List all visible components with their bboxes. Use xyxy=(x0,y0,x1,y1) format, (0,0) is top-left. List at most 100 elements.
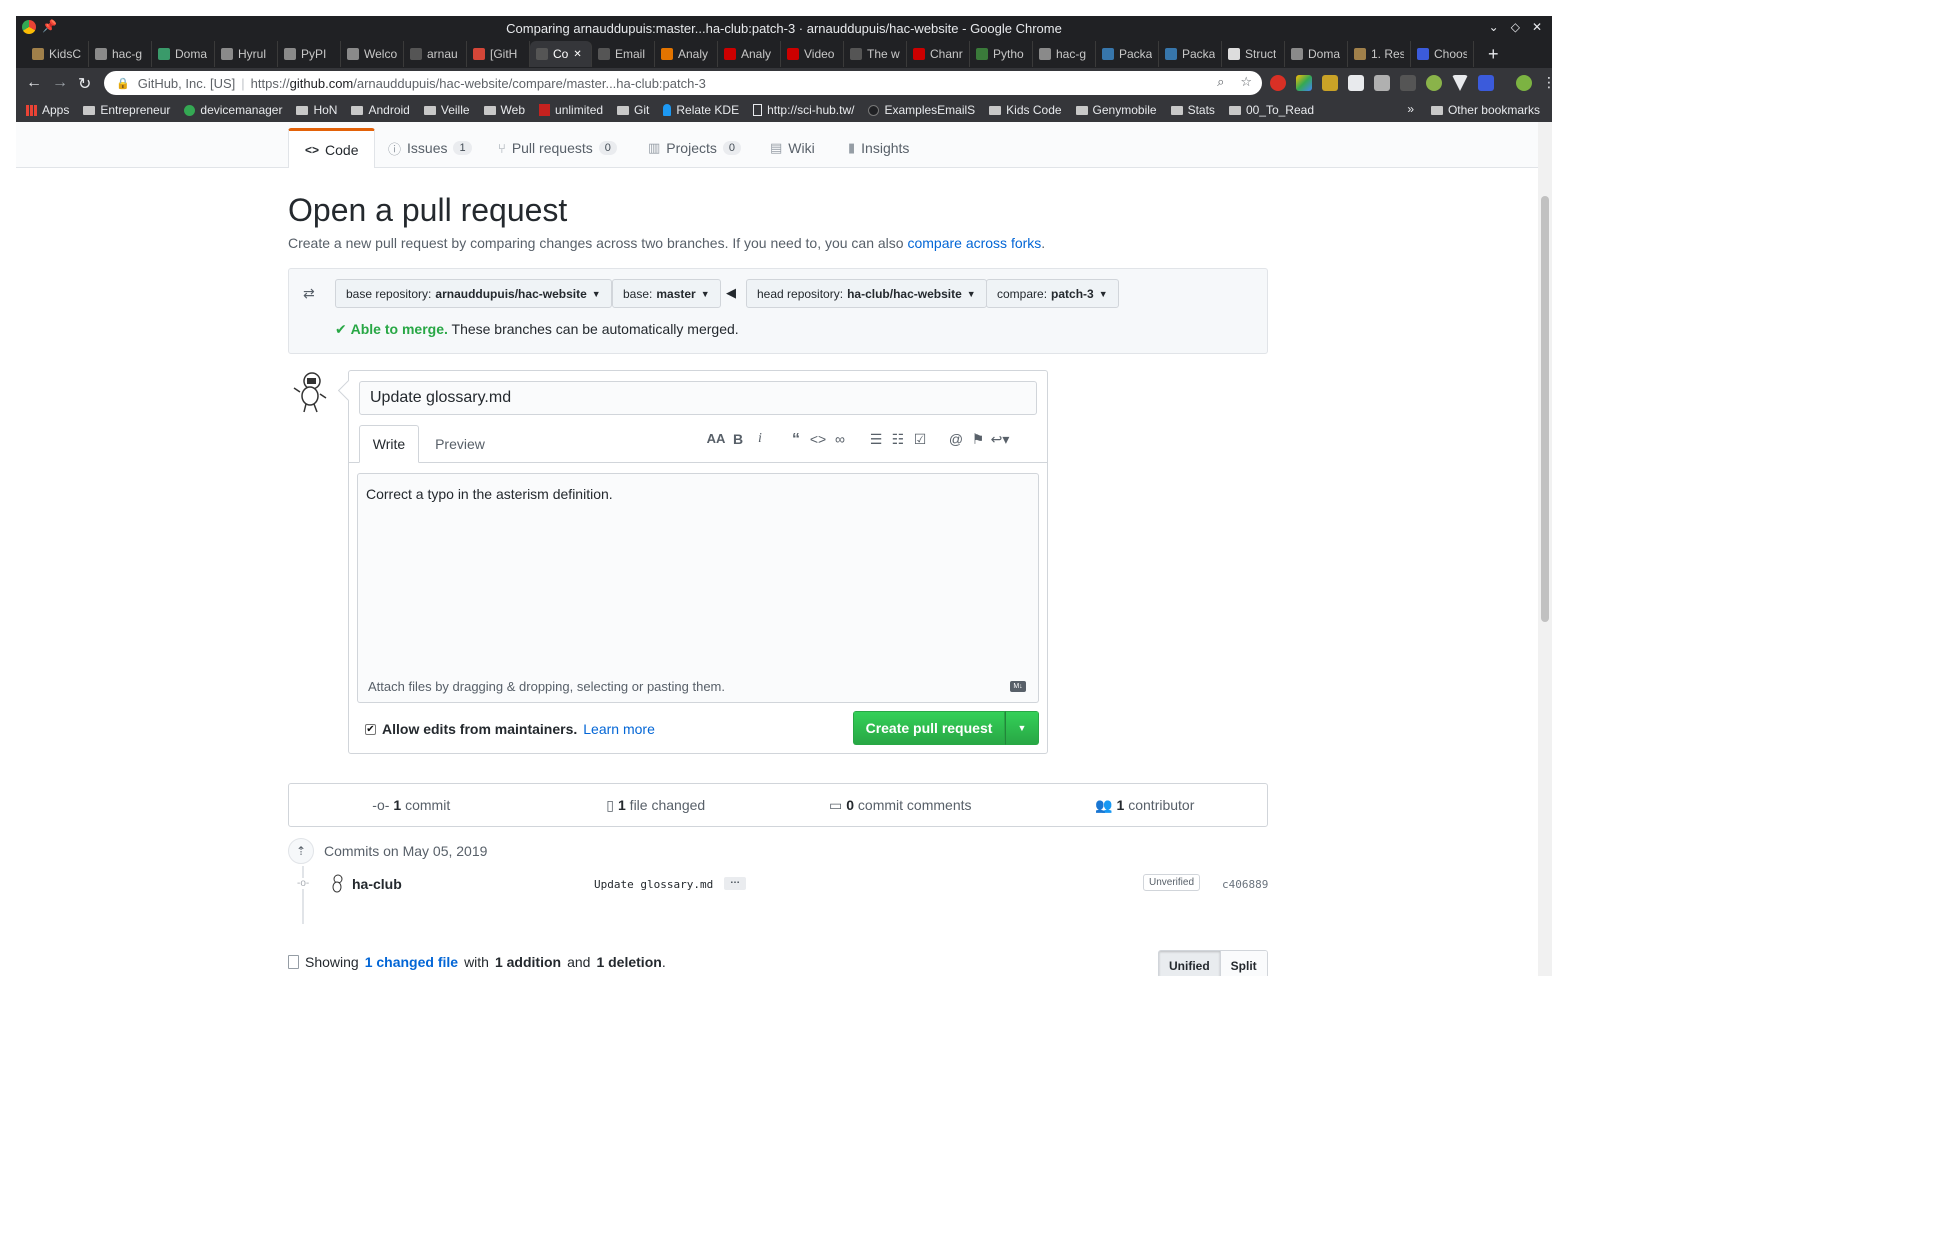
browser-tab[interactable]: [GitH xyxy=(467,41,530,67)
tab-wiki[interactable]: ▤ Wiki xyxy=(754,128,831,168)
tab-preview[interactable]: Preview xyxy=(425,425,495,463)
expand-commit-button[interactable]: … xyxy=(724,876,746,890)
bulleted-list-icon[interactable]: ☰ xyxy=(865,431,887,449)
browser-tab[interactable]: hac-g xyxy=(1033,41,1096,67)
reply-icon[interactable]: ↩▾ xyxy=(989,431,1011,449)
reload-icon[interactable]: ↻ xyxy=(78,74,91,94)
pr-title-input[interactable] xyxy=(359,381,1037,415)
tab-pull-requests[interactable]: ⑂ Pull requests 0 xyxy=(482,128,633,168)
markdown-icon[interactable]: M↓ xyxy=(1010,681,1026,692)
bold-icon[interactable]: B xyxy=(727,431,749,449)
browser-tab[interactable]: Struct xyxy=(1222,41,1285,67)
compare-branch-select[interactable]: compare: patch-3 ▼ xyxy=(986,279,1119,308)
bookmark-item[interactable]: ExamplesEmailS xyxy=(868,103,975,117)
browser-tab[interactable]: Video xyxy=(781,41,844,67)
pr-body-textarea[interactable] xyxy=(357,473,1039,672)
browser-tab[interactable]: PyPI xyxy=(278,41,341,67)
bookmark-item[interactable]: Entrepreneur xyxy=(83,103,170,117)
italic-icon[interactable]: i xyxy=(749,431,771,449)
new-tab-icon[interactable]: + xyxy=(1474,44,1499,65)
minimize-icon[interactable]: ⌄ xyxy=(1489,20,1499,34)
browser-tab[interactable]: Packa xyxy=(1096,41,1159,67)
browser-tab[interactable]: Welco xyxy=(341,41,404,67)
base-repository-select[interactable]: base repository: arnauddupuis/hac-website… xyxy=(335,279,612,308)
other-bookmarks[interactable]: Other bookmarks xyxy=(1430,103,1540,117)
bookmark-item[interactable]: Git xyxy=(617,103,649,117)
tab-write[interactable]: Write xyxy=(359,425,419,463)
extension-icon[interactable] xyxy=(1348,75,1364,91)
user-avatar[interactable] xyxy=(290,370,330,414)
browser-tab[interactable]: Co ✕ xyxy=(530,41,592,67)
browser-tab[interactable]: Analy xyxy=(718,41,781,67)
extension-icon[interactable] xyxy=(1400,75,1416,91)
unverified-badge[interactable]: Unverified xyxy=(1143,874,1201,891)
bookmark-item[interactable]: Apps xyxy=(26,103,69,117)
reference-icon[interactable]: ⚑ xyxy=(967,431,989,449)
browser-tab[interactable]: KidsC xyxy=(26,41,89,67)
browser-tab[interactable]: 1. Res xyxy=(1348,41,1411,67)
bookmark-item[interactable]: Stats xyxy=(1170,103,1215,117)
tab-insights[interactable]: ▮ Insights xyxy=(832,128,925,168)
bookmark-item[interactable]: Relate KDE xyxy=(663,103,739,117)
browser-tab[interactable]: Doma xyxy=(152,41,215,67)
numbered-list-icon[interactable]: ☷ xyxy=(887,431,909,449)
code-icon[interactable]: <> xyxy=(807,431,829,449)
page-scrollbar[interactable] xyxy=(1538,122,1552,976)
back-icon[interactable]: ← xyxy=(26,74,42,92)
tab-issues[interactable]: ⓘ Issues 1 xyxy=(372,128,488,168)
bookmark-item[interactable]: http://sci-hub.tw/ xyxy=(753,103,854,117)
commit-message[interactable]: Update glossary.md xyxy=(594,878,713,891)
browser-tab[interactable]: Pytho xyxy=(970,41,1033,67)
bookmarks-overflow-icon[interactable]: » xyxy=(1407,102,1414,116)
commit-author[interactable]: ha-club xyxy=(352,876,402,892)
head-repository-select[interactable]: head repository: ha-club/hac-website ▼ xyxy=(746,279,987,308)
zoom-icon[interactable]: ⌕ xyxy=(1217,74,1224,90)
browser-tab[interactable]: Hyrul xyxy=(215,41,278,67)
task-list-icon[interactable]: ☑ xyxy=(909,431,931,449)
drive-icon[interactable] xyxy=(1296,75,1312,91)
learn-more-link[interactable]: Learn more xyxy=(583,721,655,737)
mention-icon[interactable]: @ xyxy=(945,431,967,449)
quote-icon[interactable]: “ xyxy=(785,431,807,449)
browser-tab[interactable]: Chanr xyxy=(907,41,970,67)
create-pull-request-button[interactable]: Create pull request xyxy=(853,711,1005,745)
browser-tab[interactable]: Email xyxy=(592,41,655,67)
bookmark-item[interactable]: HoN xyxy=(296,103,337,117)
scrollbar-thumb[interactable] xyxy=(1541,196,1549,622)
profile-avatar[interactable] xyxy=(1516,75,1532,91)
browser-tab[interactable]: Doma xyxy=(1285,41,1348,67)
attach-files-area[interactable]: Attach files by dragging & dropping, sel… xyxy=(357,671,1039,703)
bookmark-star-icon[interactable]: ☆ xyxy=(1240,74,1252,90)
forward-icon[interactable]: → xyxy=(52,74,68,92)
bookmark-item[interactable]: devicemanager xyxy=(184,103,282,117)
maximize-icon[interactable]: ◇ xyxy=(1511,20,1520,34)
bookmark-item[interactable]: 00_To_Read xyxy=(1228,103,1314,117)
files-changed-count[interactable]: ▯ 1 file changed xyxy=(534,797,779,814)
address-bar[interactable]: 🔒 GitHub, Inc. [US] | https://github.com… xyxy=(104,71,1262,95)
adblock-icon[interactable] xyxy=(1270,75,1286,91)
base-branch-select[interactable]: base: master ▼ xyxy=(612,279,721,308)
browser-tab[interactable]: Analy xyxy=(655,41,718,67)
bookmark-item[interactable]: Android xyxy=(351,103,410,117)
browser-tab[interactable]: Packa xyxy=(1159,41,1222,67)
bookmark-item[interactable]: Web xyxy=(483,103,525,117)
commits-count[interactable]: -o- 1 commit xyxy=(289,797,534,813)
header-icon[interactable]: AA xyxy=(705,431,727,449)
unified-view-button[interactable]: Unified xyxy=(1159,951,1220,976)
browser-tab[interactable]: hac-g xyxy=(89,41,152,67)
browser-tab[interactable]: Choos xyxy=(1411,41,1474,67)
extension-icon[interactable] xyxy=(1322,75,1338,91)
bookmark-item[interactable]: Genymobile xyxy=(1075,103,1157,117)
tab-projects[interactable]: ▥ Projects 0 xyxy=(632,128,757,168)
extension-icon[interactable] xyxy=(1426,75,1442,91)
create-options-dropdown[interactable]: ▼ xyxy=(1005,711,1039,745)
close-window-icon[interactable]: ✕ xyxy=(1532,20,1542,34)
extension-icon[interactable] xyxy=(1374,75,1390,91)
site-info[interactable]: GitHub, Inc. [US] xyxy=(138,76,236,91)
changed-files-link[interactable]: 1 changed file xyxy=(365,954,458,970)
close-tab-icon[interactable]: ✕ xyxy=(573,49,581,60)
vue-icon[interactable] xyxy=(1452,75,1468,91)
commit-author-avatar[interactable] xyxy=(328,874,346,894)
menu-kebab-icon[interactable]: ⋮ xyxy=(1542,75,1556,91)
bookmark-item[interactable]: unlimited xyxy=(539,103,603,117)
